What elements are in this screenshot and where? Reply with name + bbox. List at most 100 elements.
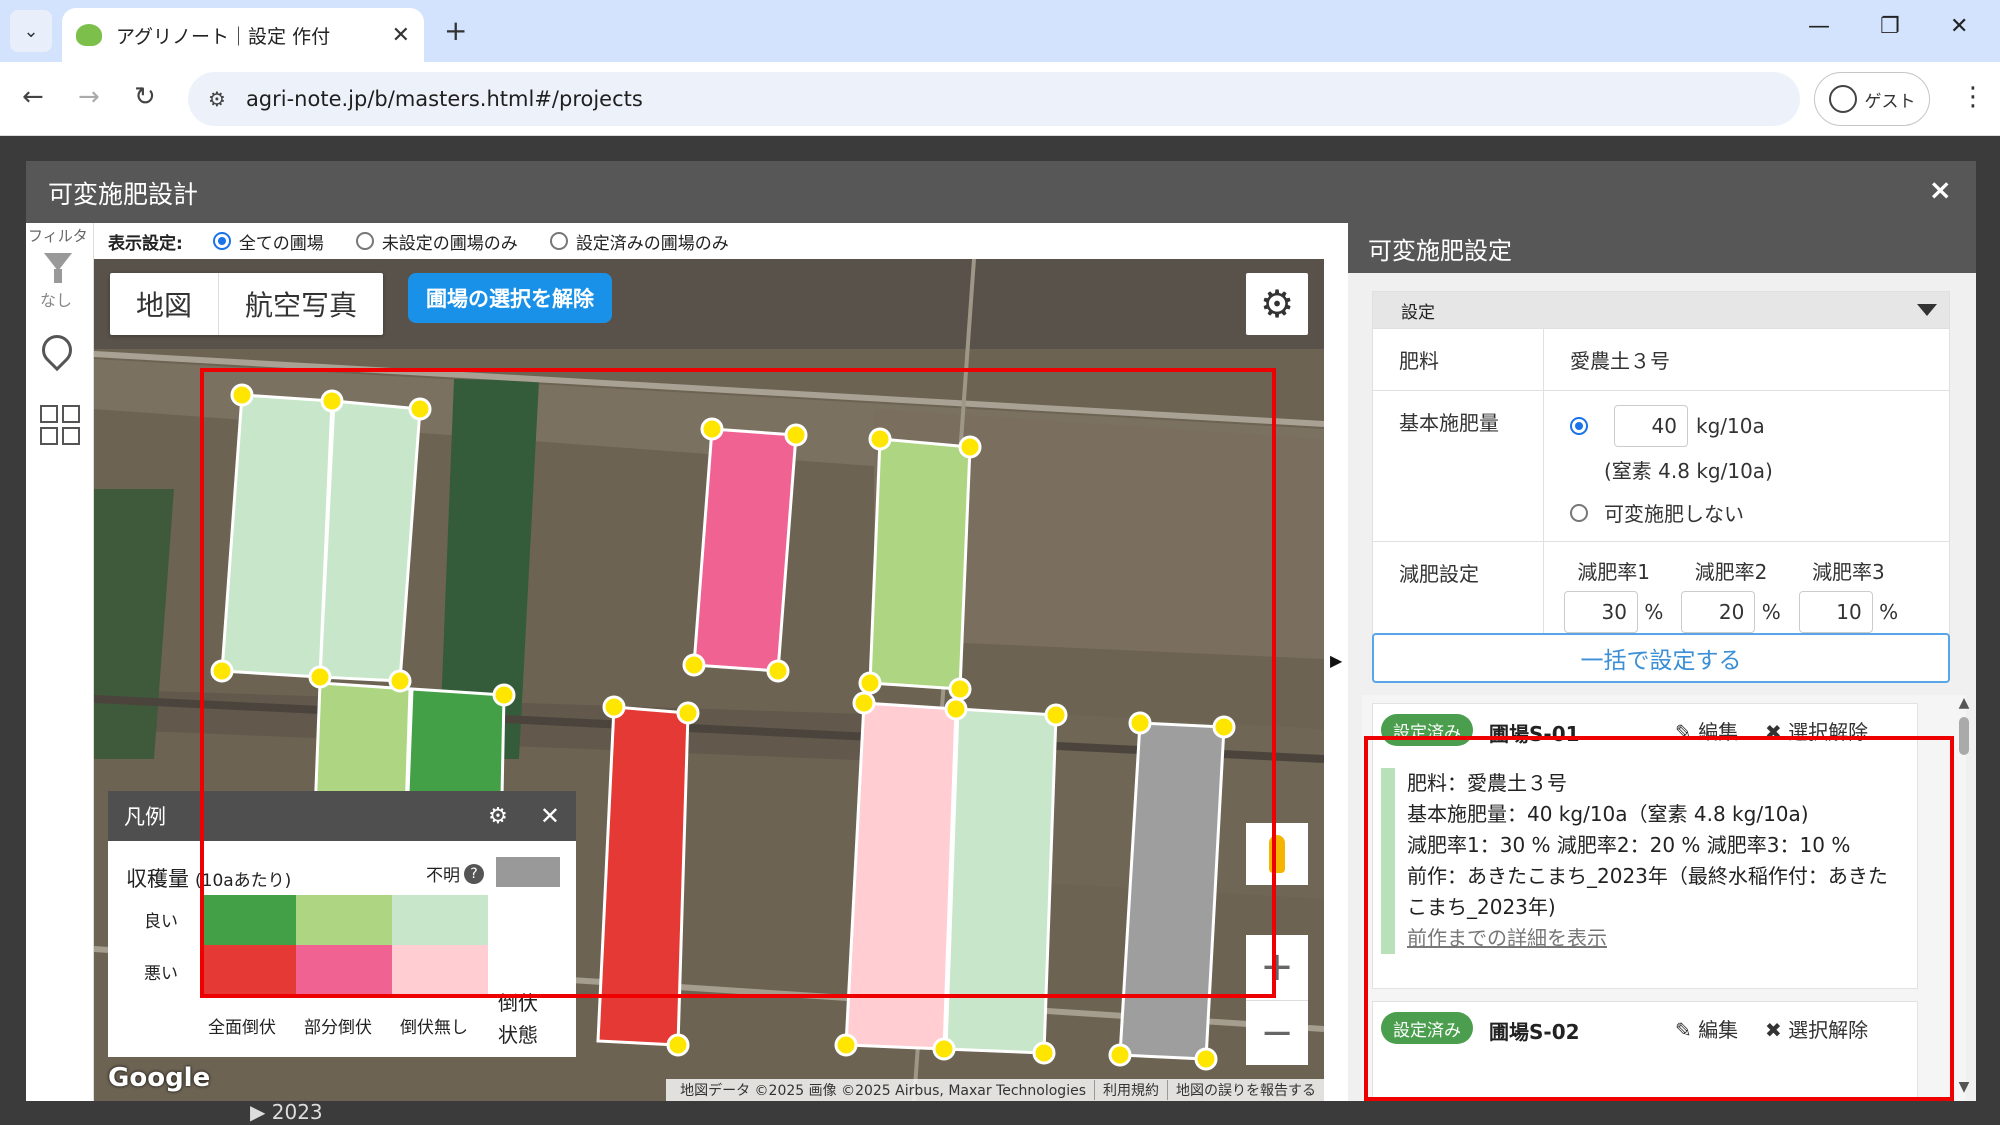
legend-swatch-good-none xyxy=(392,895,488,945)
field-card: 設定済み 圃場S-02 ✎ 編集 ✖ 選択解除 xyxy=(1372,1001,1918,1101)
settings-panel: 可変施肥設定 設定 肥料 愛農土３号 基本施肥量 40 kg/10a (窒素 4… xyxy=(1348,223,1976,1101)
site-settings-icon[interactable]: ⚙ xyxy=(208,87,226,111)
field-card: 設定済み 圃場S-01 ✎ 編集 ✖ 選択解除 肥料：愛農土３号 基本施肥量：4… xyxy=(1372,703,1918,989)
reduction-rate-2: 減肥率2 20 % xyxy=(1681,556,1781,633)
card-list-scrollbar[interactable]: ▲ ▼ xyxy=(1954,695,1974,1095)
field-name: 圃場S-02 xyxy=(1489,1020,1580,1044)
rate-label: 減肥率1 xyxy=(1577,560,1651,584)
bulk-apply-button[interactable]: 一括で設定する xyxy=(1372,633,1950,683)
modal-close-icon[interactable]: × xyxy=(1929,173,1952,206)
close-tab-icon[interactable]: ✕ xyxy=(392,23,410,48)
percent-sign: % xyxy=(1879,600,1899,624)
radio-checked-icon xyxy=(212,232,231,250)
minimize-icon[interactable]: — xyxy=(1808,14,1830,39)
status-badge: 設定済み xyxy=(1381,714,1473,746)
rate-input[interactable]: 30 xyxy=(1564,591,1638,633)
settings-section-header[interactable]: 設定 xyxy=(1373,292,1949,328)
forward-arrow-icon[interactable]: → xyxy=(78,82,100,112)
reload-icon[interactable]: ↻ xyxy=(134,82,156,112)
radio-label: 設定済みの圃場のみ xyxy=(575,233,729,254)
street-view-pegman-icon[interactable] xyxy=(1246,823,1308,885)
terms-link[interactable]: 利用規約 xyxy=(1094,1080,1159,1100)
legend-unknown-label: 不明? xyxy=(426,861,484,886)
field-polygon xyxy=(220,393,334,679)
scroll-up-arrow-icon[interactable]: ▲ xyxy=(1954,695,1974,711)
radio-unset-fields[interactable]: 未設定の圃場のみ xyxy=(355,229,518,254)
radio-no-variable[interactable] xyxy=(1570,503,1596,522)
tab-strip: ⌄ アグリノート｜設定 作付 ✕ + — ❐ ✕ xyxy=(0,0,2000,62)
field-polygon xyxy=(868,437,972,691)
reduction-rate-3: 減肥率3 10 % xyxy=(1798,556,1899,633)
rate-input[interactable]: 10 xyxy=(1798,591,1873,633)
x-icon: ✖ xyxy=(1765,1018,1782,1042)
map-legend: 凡例 ⚙ ✕ 収穫量 (10aあたり) 不明? 良い 悪い 全面倒伏 部分倒伏 倒… xyxy=(108,791,576,1057)
detail-base-amount: 基本施肥量：40 kg/10a（窒素 4.8 kg/10a) xyxy=(1407,802,1809,826)
radio-all-fields[interactable]: 全ての圃場 xyxy=(212,229,324,254)
report-error-link[interactable]: 地図の誤りを報告する xyxy=(1167,1080,1316,1100)
legend-unknown-swatch xyxy=(496,857,560,887)
zoom-out-button[interactable]: − xyxy=(1246,1001,1308,1066)
legend-swatch-good-full xyxy=(200,895,296,945)
grid-layout-icon[interactable] xyxy=(40,405,80,445)
legend-swatch-bad-full xyxy=(200,945,296,995)
background-year-row: ▶ 2023 xyxy=(250,1100,323,1124)
left-toolbar: フィルタ なし xyxy=(26,223,94,1101)
map-type-roadmap-tab[interactable]: 地図 xyxy=(110,273,220,335)
edit-button[interactable]: ✎ 編集 xyxy=(1675,1014,1738,1043)
legend-col-partial-lodging: 部分倒伏 xyxy=(304,1018,372,1038)
satellite-map[interactable]: 地図 航空写真 圃場の選択を解除 ⚙ + − Google 地図データ ©202… xyxy=(94,259,1324,1101)
show-history-link[interactable]: 前作までの詳細を表示 xyxy=(1407,923,1901,954)
help-question-icon[interactable]: ? xyxy=(464,863,484,884)
radio-unchecked-icon xyxy=(1570,503,1588,522)
nitrogen-amount: (窒素 4.8 kg/10a) xyxy=(1604,459,1773,483)
legend-col-full-lodging: 全面倒伏 xyxy=(208,1018,276,1038)
field-card-details: 肥料：愛農土３号 基本施肥量：40 kg/10a（窒素 4.8 kg/10a) … xyxy=(1381,768,1901,954)
detail-fertilizer: 肥料：愛農土３号 xyxy=(1407,771,1567,795)
pegman-figure xyxy=(1269,835,1285,873)
reduction-label: 減肥設定 xyxy=(1399,562,1479,586)
legend-title: 凡例 xyxy=(124,805,166,829)
edit-button[interactable]: ✎ 編集 xyxy=(1675,716,1738,745)
variable-fertilization-modal: 可変施肥設計 × フィルタ なし 表示設定: 全ての圃場 未設定の圃場のみ 設定… xyxy=(26,161,1976,1101)
browser-tab[interactable]: アグリノート｜設定 作付 ✕ xyxy=(62,8,424,62)
field-name: 圃場S-01 xyxy=(1489,722,1580,746)
legend-swatch-bad-partial xyxy=(296,945,392,995)
deselect-button[interactable]: ✖ 選択解除 xyxy=(1765,716,1868,745)
base-amount-input[interactable]: 40 xyxy=(1614,405,1688,447)
legend-good-label: 良い xyxy=(144,912,178,932)
pencil-icon: ✎ xyxy=(1675,1018,1692,1042)
fertilizer-label: 肥料 xyxy=(1399,349,1439,373)
filter-value: なし xyxy=(40,291,73,310)
field-polygon xyxy=(596,705,690,1047)
legend-gear-icon[interactable]: ⚙ xyxy=(488,804,508,829)
rate-input[interactable]: 20 xyxy=(1681,591,1756,633)
scroll-down-arrow-icon[interactable]: ▼ xyxy=(1954,1079,1974,1095)
tab-search-button[interactable]: ⌄ xyxy=(10,10,52,52)
radio-set-fields[interactable]: 設定済みの圃場のみ xyxy=(549,229,729,254)
menu-kebab-icon[interactable]: ⋮ xyxy=(1960,82,1986,112)
restore-icon[interactable]: ❐ xyxy=(1880,14,1900,39)
url-bar[interactable]: ⚙ agri-note.jp/b/masters.html#/projects xyxy=(188,72,1800,126)
caret-down-icon xyxy=(1917,304,1937,316)
deselect-button[interactable]: ✖ 選択解除 xyxy=(1765,1014,1868,1043)
collapse-panel-arrow-icon[interactable]: ▶ xyxy=(1330,651,1342,670)
close-window-icon[interactable]: ✕ xyxy=(1950,14,1968,39)
radio-base-amount[interactable] xyxy=(1570,417,1596,435)
map-pin-icon[interactable] xyxy=(35,328,79,372)
back-arrow-icon[interactable]: ← xyxy=(22,82,44,112)
guest-profile-button[interactable]: ゲスト xyxy=(1814,72,1930,126)
scroll-thumb[interactable] xyxy=(1959,717,1969,755)
radio-unchecked-icon xyxy=(549,232,568,250)
chevron-down-icon: ⌄ xyxy=(23,20,39,42)
field-polygon xyxy=(1118,721,1226,1061)
settings-form: 設定 肥料 愛農土３号 基本施肥量 40 kg/10a (窒素 4.8 kg/1… xyxy=(1372,291,1950,648)
new-tab-button[interactable]: + xyxy=(444,14,467,47)
map-type-satellite-tab[interactable]: 航空写真 xyxy=(219,273,383,335)
legend-lodging-state-label: 倒伏 状態 xyxy=(498,991,538,1047)
zoom-in-button[interactable]: + xyxy=(1246,935,1308,1001)
map-settings-gear-icon[interactable]: ⚙ xyxy=(1246,273,1308,335)
detail-reduction-rates: 減肥率1：30 % 減肥率2：20 % 減肥率3：10 % xyxy=(1407,833,1851,857)
map-data-credit: 地図データ ©2025 画像 ©2025 Airbus, Maxar Techn… xyxy=(680,1083,1086,1099)
legend-close-icon[interactable]: ✕ xyxy=(540,802,560,830)
deselect-fields-button[interactable]: 圃場の選択を解除 xyxy=(408,273,612,323)
